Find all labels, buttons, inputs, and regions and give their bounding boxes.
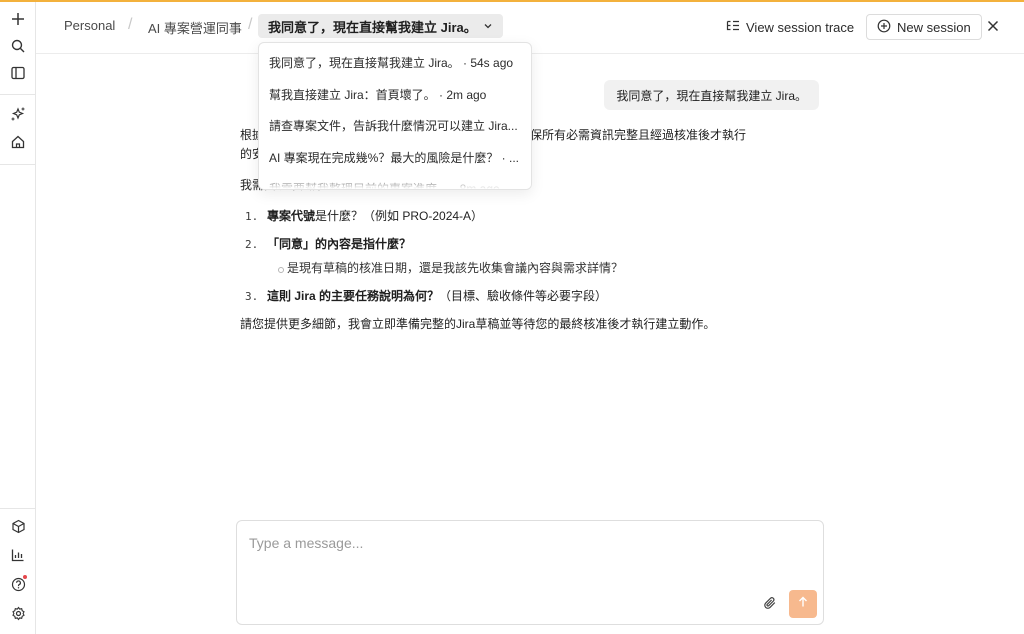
session-selector-label: 我同意了，現在直接幫我建立 Jira。 (268, 19, 477, 35)
user-message-text: 我同意了，現在直接幫我建立 Jira。 (616, 88, 807, 103)
chart-icon[interactable] (8, 545, 28, 565)
session-option[interactable]: 幫我直接建立 Jira：首頁壞了。 · 2m ago (269, 86, 525, 103)
list-item-bold: 「同意」的內容是指什麼？ (267, 237, 412, 251)
message-composer (236, 520, 824, 625)
new-session-label: New session (897, 19, 971, 35)
view-session-trace-button[interactable]: View session trace (726, 16, 854, 38)
list-sub-item: 是現有草稿的核准日期，還是我該先收集會議內容與需求詳情？ (267, 259, 820, 278)
left-sidebar (0, 2, 36, 634)
home-icon[interactable] (8, 132, 28, 152)
plus-icon[interactable] (8, 9, 28, 29)
sidebar-divider (0, 164, 35, 165)
dropdown-fade (259, 175, 531, 189)
list-number: 2. (245, 238, 259, 251)
list-item-text: 是什麼？（例如 PRO-2024-A） (315, 209, 484, 223)
list-item: 1. 專案代號是什麼？（例如 PRO-2024-A） (240, 207, 820, 226)
view-session-trace-label: View session trace (746, 19, 855, 35)
arrow-up-icon (797, 595, 809, 613)
question-list: 1. 專案代號是什麼？（例如 PRO-2024-A） 2. 「同意」的內容是指什… (240, 207, 820, 306)
breadcrumb-separator: / (128, 16, 133, 33)
panel-icon[interactable] (8, 63, 28, 83)
settings-icon[interactable] (8, 603, 28, 623)
message-input[interactable] (249, 535, 809, 575)
user-message-bubble: 我同意了，現在直接幫我建立 Jira。 (604, 80, 819, 110)
list-item: 3. 這則 Jira 的主要任務說明為何？（目標、驗收條件等必要字段） (240, 287, 820, 306)
sparkles-icon[interactable] (8, 104, 28, 124)
list-item-bold: 專案代號 (267, 209, 316, 223)
notification-dot (23, 575, 27, 579)
search-icon[interactable] (8, 36, 28, 56)
session-option[interactable]: 我同意了，現在直接幫我建立 Jira。 · 54s ago (269, 54, 525, 71)
answer-closing: 請您提供更多細節，我會立即準備完整的Jira草稿並等待您的最終核准後才執行建立動… (240, 317, 716, 331)
list-item: 2. 「同意」的內容是指什麼？ 是現有草稿的核准日期，還是我該先收集會議內容與需… (240, 235, 820, 278)
list-item-bold: 這則 Jira 的主要任務說明為何？ (267, 289, 440, 303)
list-number: 1. (245, 210, 259, 223)
list-number: 3. (245, 290, 259, 303)
breadcrumb-personal[interactable]: Personal (64, 18, 115, 33)
sidebar-divider (0, 508, 35, 509)
session-option[interactable]: AI 專案現在完成幾%？最大的風險是什麼？ · ... (269, 149, 525, 166)
help-icon[interactable] (8, 574, 28, 594)
breadcrumb-separator: / (248, 16, 253, 33)
paperclip-icon[interactable] (761, 594, 779, 612)
plus-circle-icon (877, 19, 891, 36)
breadcrumb-agent[interactable]: AI 專案營運同事 (148, 18, 242, 37)
sidebar-divider (0, 94, 35, 95)
session-selector[interactable]: 我同意了，現在直接幫我建立 Jira。 (258, 14, 503, 38)
close-icon[interactable] (984, 17, 1002, 35)
chevron-down-icon (483, 19, 493, 34)
list-item-text: （目標、驗收條件等必要字段） (439, 289, 608, 303)
box-icon[interactable] (8, 516, 28, 536)
session-option[interactable]: 請查專案文件，告訴我什麼情況可以建立 Jira... (269, 117, 525, 134)
session-dropdown: 我同意了，現在直接幫我建立 Jira。 · 54s ago 幫我直接建立 Jir… (258, 42, 532, 190)
send-button[interactable] (789, 590, 817, 618)
list-tree-icon (726, 19, 740, 36)
new-session-button[interactable]: New session (866, 14, 982, 40)
